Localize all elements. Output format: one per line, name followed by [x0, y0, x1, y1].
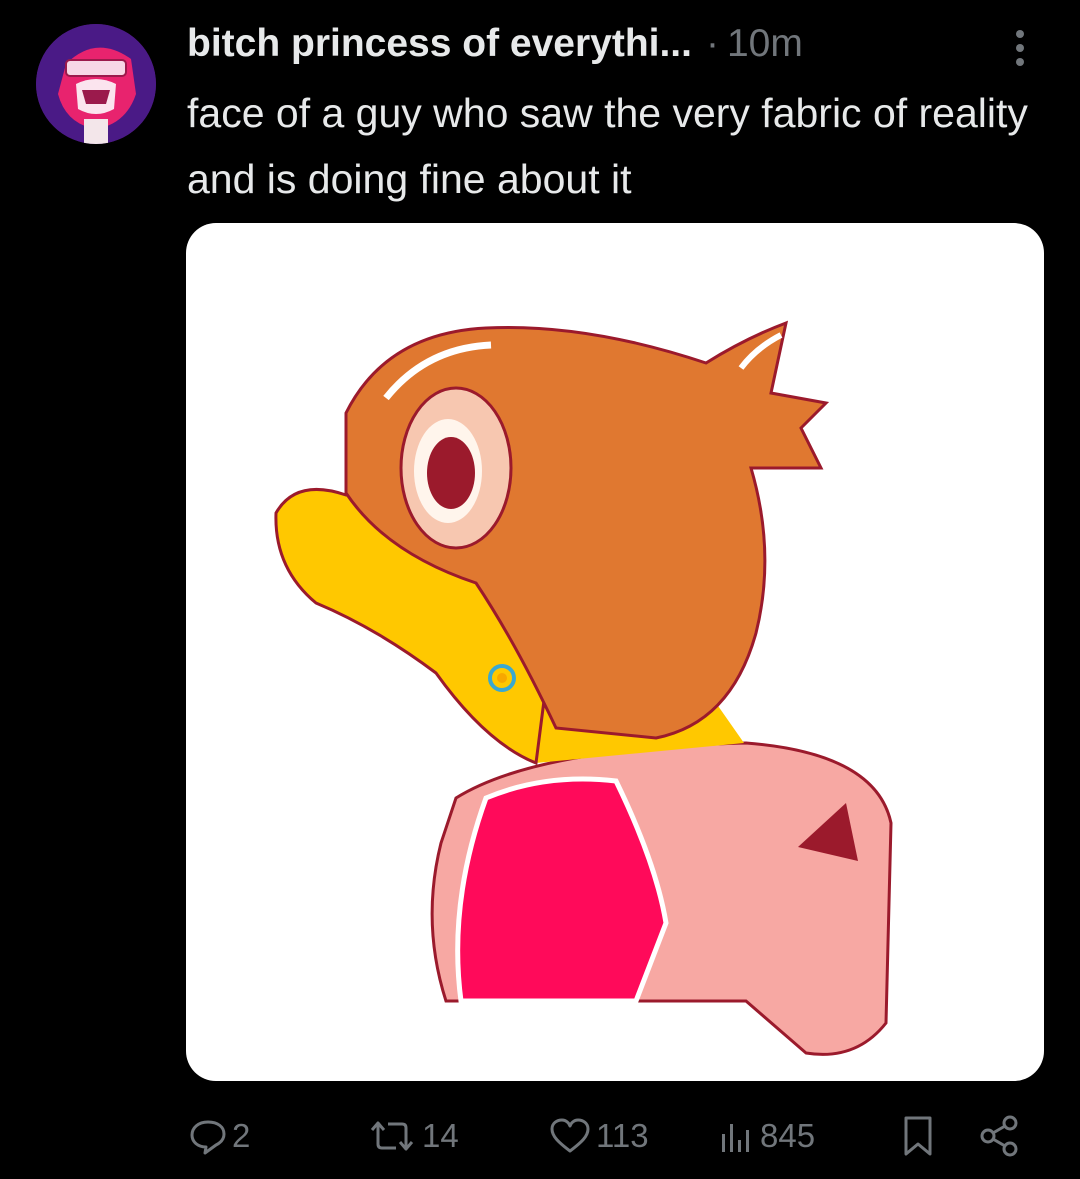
repost-count: 14	[422, 1117, 459, 1154]
like-button[interactable]: 113	[548, 1108, 649, 1164]
post-text: face of a guy who saw the very fabric of…	[187, 90, 1028, 202]
post-image[interactable]	[186, 223, 1044, 1081]
repost-icon	[366, 1116, 418, 1156]
views-icon	[716, 1116, 756, 1156]
post-time[interactable]: 10m	[727, 22, 803, 66]
share-icon	[978, 1114, 1022, 1158]
reply-button[interactable]: 2	[188, 1108, 250, 1164]
avatar[interactable]	[36, 24, 156, 144]
more-options-icon[interactable]	[1004, 26, 1034, 70]
view-count: 845	[760, 1117, 816, 1154]
reply-count: 2	[232, 1117, 251, 1154]
repost-button[interactable]: 14	[366, 1108, 459, 1164]
bookmark-button[interactable]	[898, 1108, 938, 1164]
share-button[interactable]	[978, 1108, 1022, 1164]
post-header: bitch princess of everythi... · 10m	[187, 18, 1047, 70]
header-separator: ·	[705, 22, 719, 65]
bookmark-icon	[898, 1114, 938, 1158]
views-button[interactable]: 845	[716, 1108, 815, 1164]
action-bar: 2 14 113 845	[0, 1108, 1080, 1164]
author-name[interactable]: bitch princess of everythi...	[187, 22, 692, 66]
like-count: 113	[596, 1117, 649, 1154]
heart-icon	[548, 1116, 592, 1156]
reply-icon	[188, 1116, 228, 1156]
